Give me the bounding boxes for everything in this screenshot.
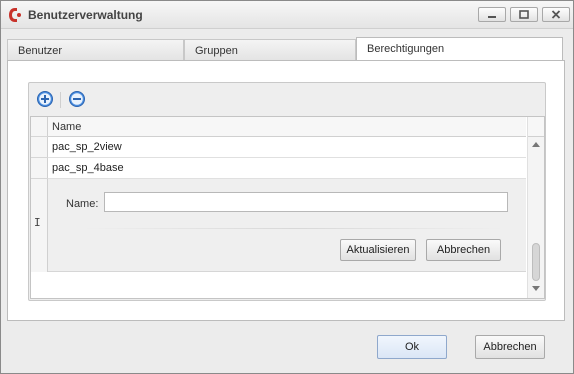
close-icon [551, 10, 561, 19]
toolbar-separator [60, 92, 61, 108]
maximize-button[interactable] [510, 7, 538, 22]
column-header-name[interactable]: Name [52, 121, 81, 133]
permissions-grid: I Name pac_sp_2view pac_sp_4base Name: A… [30, 116, 545, 299]
inline-edit-form: Name: Aktualisieren Abbrechen [48, 179, 526, 272]
user-management-window: Benutzerverwaltung Benutzer Gruppen Bere… [0, 0, 574, 374]
tab-berechtigungen[interactable]: Berechtigungen [356, 37, 563, 61]
minimize-icon [488, 16, 496, 18]
app-logo-icon [9, 8, 21, 22]
cancel-edit-button[interactable]: Abbrechen [426, 239, 501, 261]
tab-gruppen[interactable]: Gruppen [184, 39, 356, 61]
name-field[interactable] [104, 192, 508, 212]
row-name-cell: pac_sp_2view [52, 141, 122, 153]
form-divider [84, 228, 504, 229]
add-icon[interactable] [36, 90, 54, 108]
window-title: Benutzerverwaltung [28, 8, 143, 22]
name-label: Name: [66, 198, 99, 210]
ok-button[interactable]: Ok [377, 335, 447, 359]
tab-benutzer[interactable]: Benutzer [7, 39, 184, 61]
update-button[interactable]: Aktualisieren [340, 239, 416, 261]
minimize-button[interactable] [478, 7, 506, 22]
row-indicator[interactable] [31, 137, 48, 158]
row-name-cell: pac_sp_4base [52, 162, 124, 174]
grid-header: Name [48, 117, 526, 137]
table-row[interactable]: pac_sp_2view [48, 137, 526, 158]
tab-strip: Benutzer Gruppen Berechtigungen [7, 37, 563, 61]
table-row[interactable]: pac_sp_4base [48, 158, 526, 179]
indicator-header [31, 117, 48, 137]
scrollbar-header-cap [528, 117, 544, 137]
scroll-up-icon[interactable] [532, 142, 540, 147]
close-button[interactable] [542, 7, 570, 22]
permissions-panel: I Name pac_sp_2view pac_sp_4base Name: A… [28, 82, 546, 301]
permissions-tab-page: I Name pac_sp_2view pac_sp_4base Name: A… [7, 60, 565, 321]
text-cursor-icon: I [34, 216, 41, 229]
cancel-button[interactable]: Abbrechen [475, 335, 545, 359]
row-indicator-column: I [31, 117, 48, 272]
remove-icon[interactable] [68, 90, 86, 108]
row-indicator[interactable] [31, 158, 48, 179]
scroll-thumb[interactable] [532, 243, 540, 281]
vertical-scrollbar[interactable] [527, 117, 544, 298]
maximize-icon [519, 10, 529, 19]
title-bar[interactable]: Benutzerverwaltung [1, 1, 573, 29]
scroll-down-icon[interactable] [532, 286, 540, 291]
